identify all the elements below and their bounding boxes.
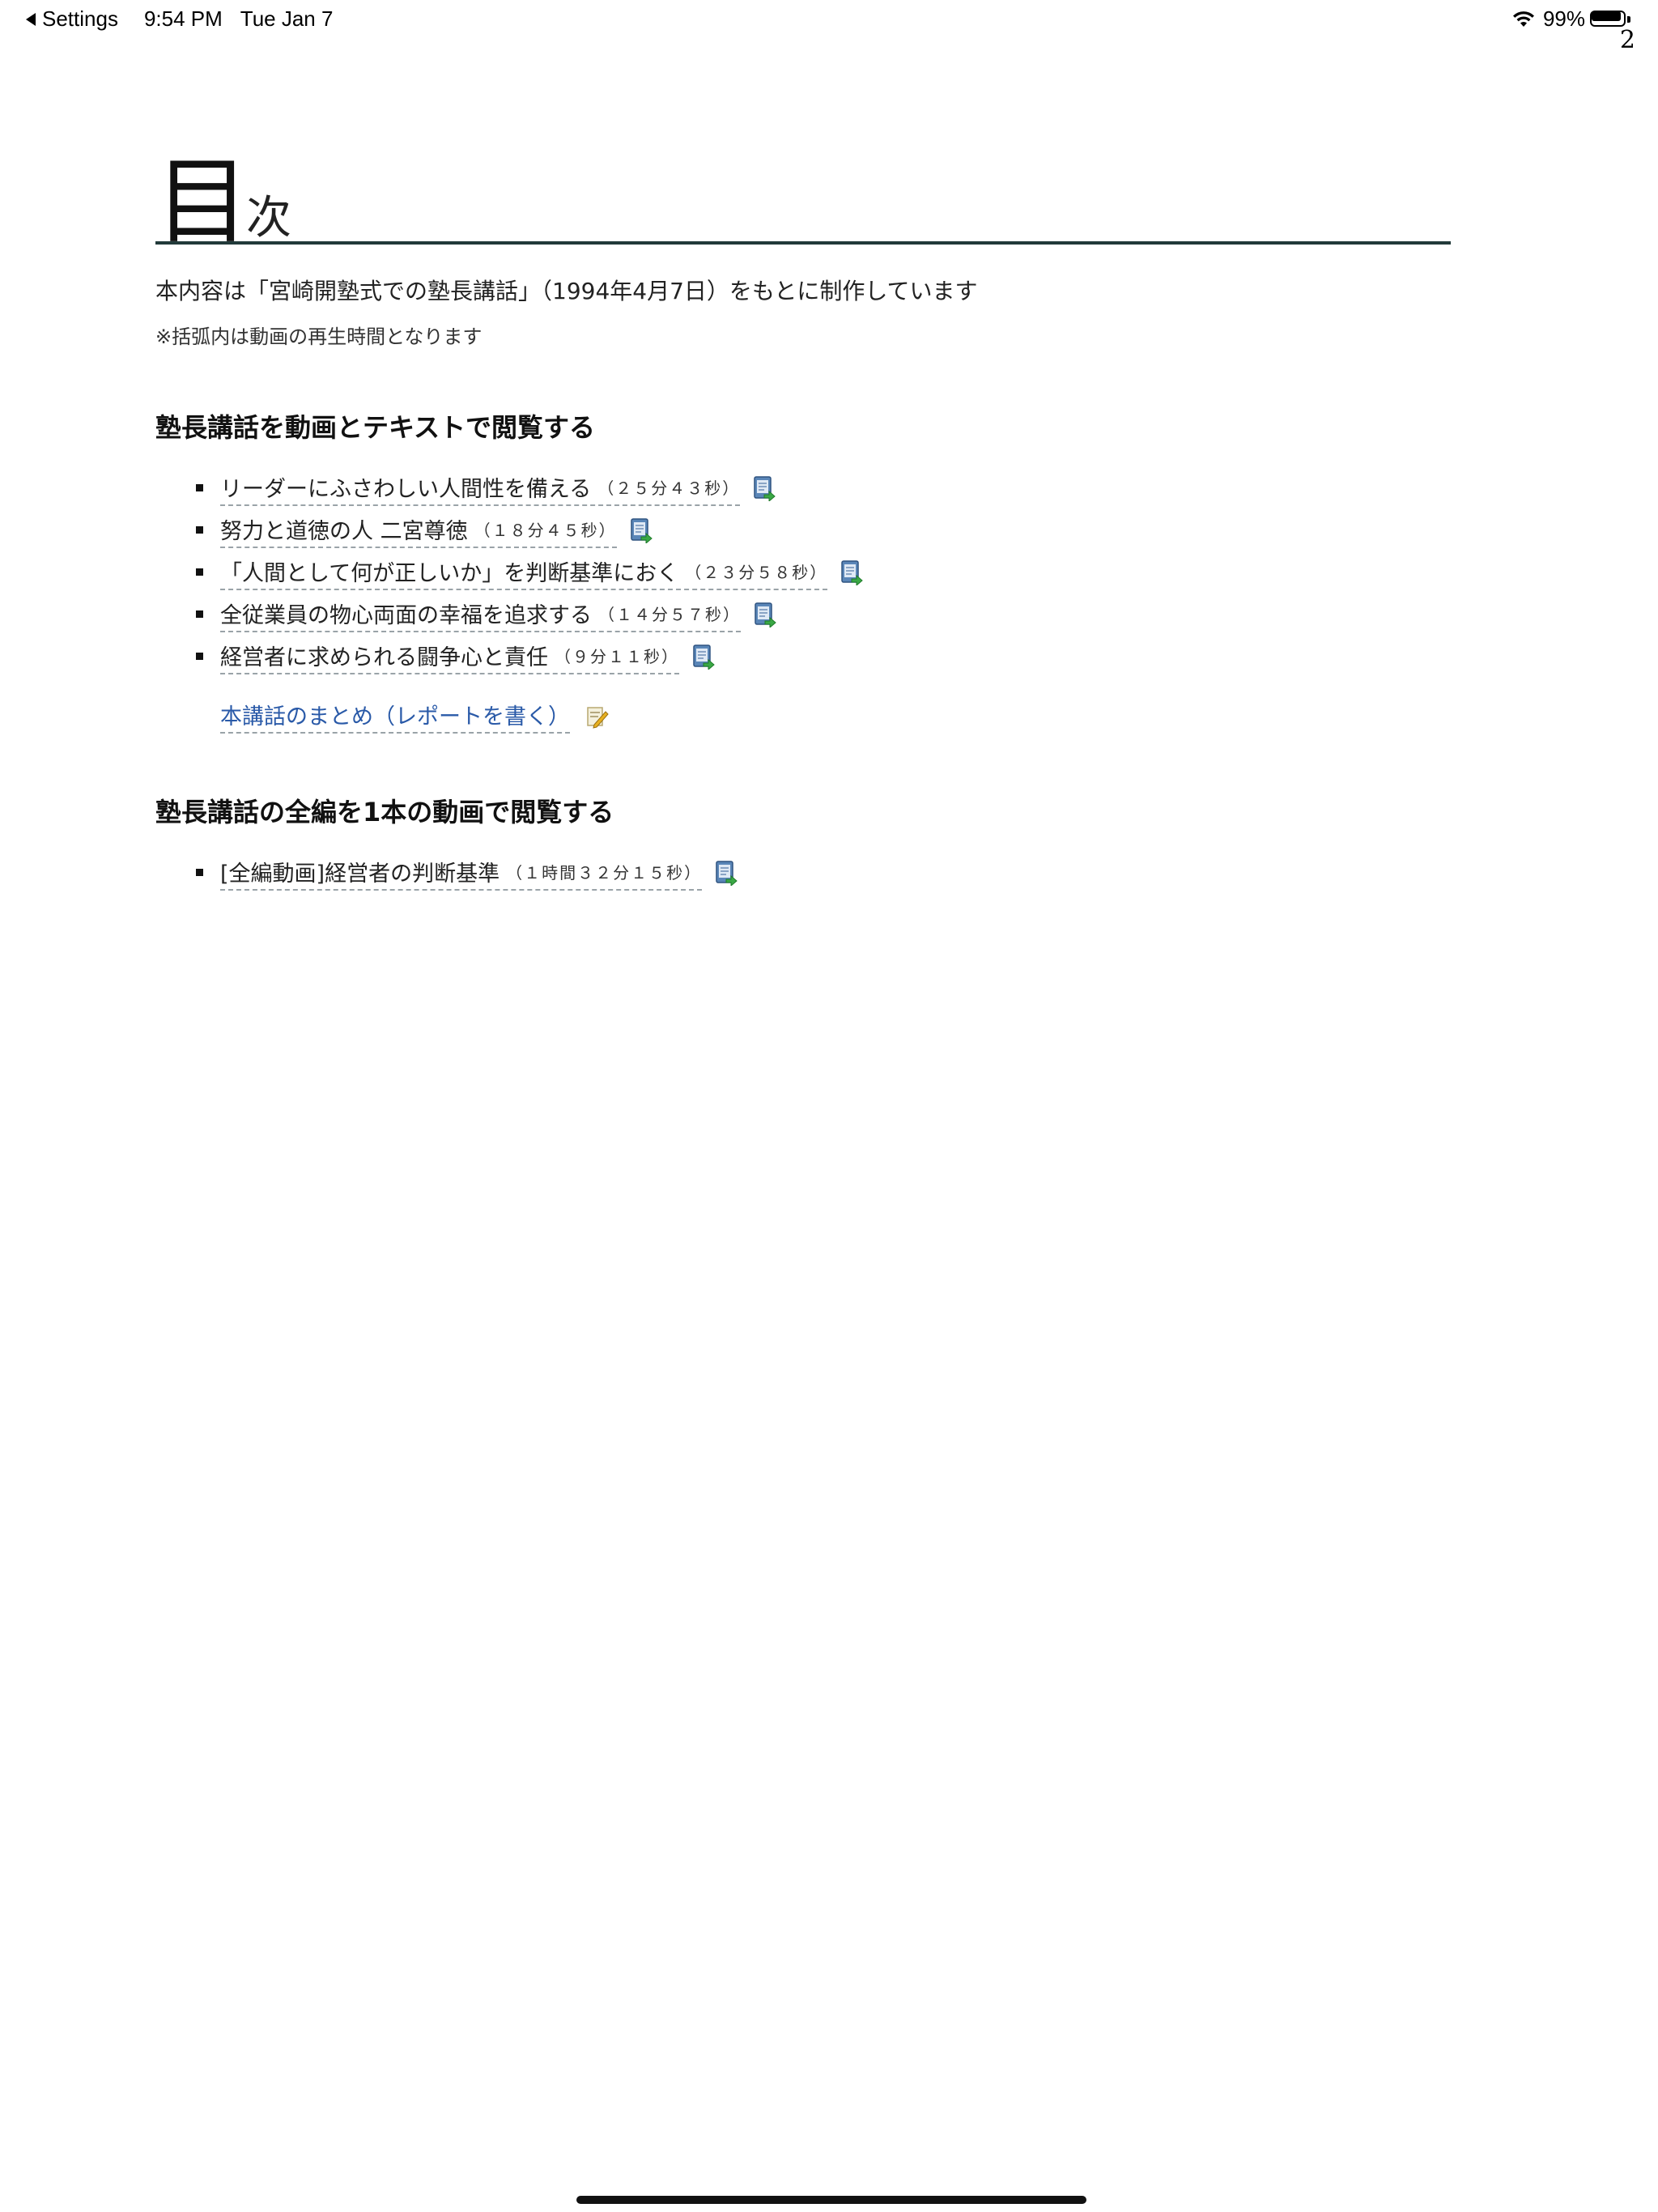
status-time: 9:54 PM <box>143 6 223 31</box>
lecture-link[interactable]: 全従業員の物心両面の幸福を追求する （１４分５７秒） <box>220 598 741 632</box>
page-title: 目 次 <box>155 146 1451 249</box>
lecture-title: リーダーにふさわしい人間性を備える <box>220 476 592 502</box>
list-item: 全従業員の物心両面の幸福を追求する （１４分５７秒） <box>196 593 1451 636</box>
document-icon[interactable] <box>715 860 738 886</box>
lecture-duration: （１８分４５秒） <box>474 520 617 540</box>
pencil-icon[interactable] <box>585 704 609 729</box>
battery-percent: 99% <box>1542 6 1585 31</box>
list-item: 努力と道徳の人 二宮尊徳 （１８分４５秒） <box>196 509 1451 551</box>
document-icon[interactable] <box>630 517 653 543</box>
lecture-list: リーダーにふさわしい人間性を備える （２５分４３秒） 努力と道徳の人 二宮尊徳 （１８… <box>155 467 1451 678</box>
lecture-title: 努力と道徳の人 二宮尊徳 <box>220 518 468 544</box>
document-icon[interactable] <box>692 644 715 670</box>
document-icon[interactable] <box>840 559 863 585</box>
lecture-title: 全従業員の物心両面の幸福を追求する <box>220 602 592 628</box>
document-icon[interactable] <box>754 602 776 627</box>
document-icon[interactable] <box>753 475 776 501</box>
status-bar-right: 99% <box>1512 6 1632 32</box>
lecture-title: [全編動画]経営者の判断基準 <box>220 861 500 887</box>
lecture-duration: （２３分５８秒） <box>685 562 828 582</box>
summary-row: 本講話のまとめ（レポートを書く） <box>220 699 1451 734</box>
section-heading-video-text: 塾長講話を動画とテキストで閲覧する <box>155 412 596 443</box>
back-label: Settings <box>42 6 118 31</box>
battery-fill <box>1592 11 1621 21</box>
list-item: 経営者に求められる闘争心と責任 （９分１１秒） <box>196 636 1451 678</box>
summary-report-link[interactable]: 本講話のまとめ（レポートを書く） <box>220 699 570 734</box>
page-number: 2 <box>1619 26 1635 54</box>
back-to-settings-button[interactable]: Settings <box>26 6 118 32</box>
lecture-title: 経営者に求められる闘争心と責任 <box>220 644 548 670</box>
wifi-icon <box>1512 11 1534 27</box>
lecture-link[interactable]: [全編動画]経営者の判断基準 （１時間３２分１５秒） <box>220 856 703 891</box>
lecture-title: 「人間として何が正しいか」を判断基準におく <box>220 560 679 586</box>
status-bar-left: Settings 9:54 PM Tue Jan 7 <box>26 6 333 32</box>
home-indicator[interactable] <box>576 2196 1086 2204</box>
back-triangle-icon <box>26 12 36 26</box>
section-heading-full-video: 塾長講話の全編を1本の動画で閲覧する <box>155 797 614 827</box>
list-item: 「人間として何が正しいか」を判断基準におく （２３分５８秒） <box>196 551 1451 593</box>
list-item: リーダーにふさわしい人間性を備える （２５分４３秒） <box>196 467 1451 509</box>
title-big-char: 目 <box>155 147 249 257</box>
main-content: 目 次 本内容は「宮崎開塾式での塾長講話」（1994年4月7日）をもとに制作して… <box>155 146 1451 894</box>
title-small-char: 次 <box>246 192 291 245</box>
lecture-duration: （１時間３２分１５秒） <box>506 862 703 883</box>
status-date: Tue Jan 7 <box>240 6 334 31</box>
full-video-list: [全編動画]経営者の判断基準 （１時間３２分１５秒） <box>155 852 1451 894</box>
lecture-duration: （２５分４３秒） <box>597 478 741 498</box>
lecture-link[interactable]: 努力と道徳の人 二宮尊徳 （１８分４５秒） <box>220 513 617 548</box>
intro-text: 本内容は「宮崎開塾式での塾長講話」（1994年4月7日）をもとに制作しています <box>155 278 978 304</box>
summary-link-label: 本講話のまとめ（レポートを書く） <box>220 704 570 730</box>
lecture-link[interactable]: リーダーにふさわしい人間性を備える （２５分４３秒） <box>220 471 741 506</box>
lecture-link[interactable]: 「人間として何が正しいか」を判断基準におく （２３分５８秒） <box>220 555 828 590</box>
status-bar: Settings 9:54 PM Tue Jan 7 99% <box>0 0 1658 39</box>
note-text: ※括弧内は動画の再生時間となります <box>155 325 483 348</box>
lecture-duration: （９分１１秒） <box>555 646 679 666</box>
lecture-duration: （１４分５７秒） <box>598 604 741 624</box>
list-item: [全編動画]経営者の判断基準 （１時間３２分１５秒） <box>196 852 1451 894</box>
lecture-link[interactable]: 経営者に求められる闘争心と責任 （９分１１秒） <box>220 640 679 674</box>
